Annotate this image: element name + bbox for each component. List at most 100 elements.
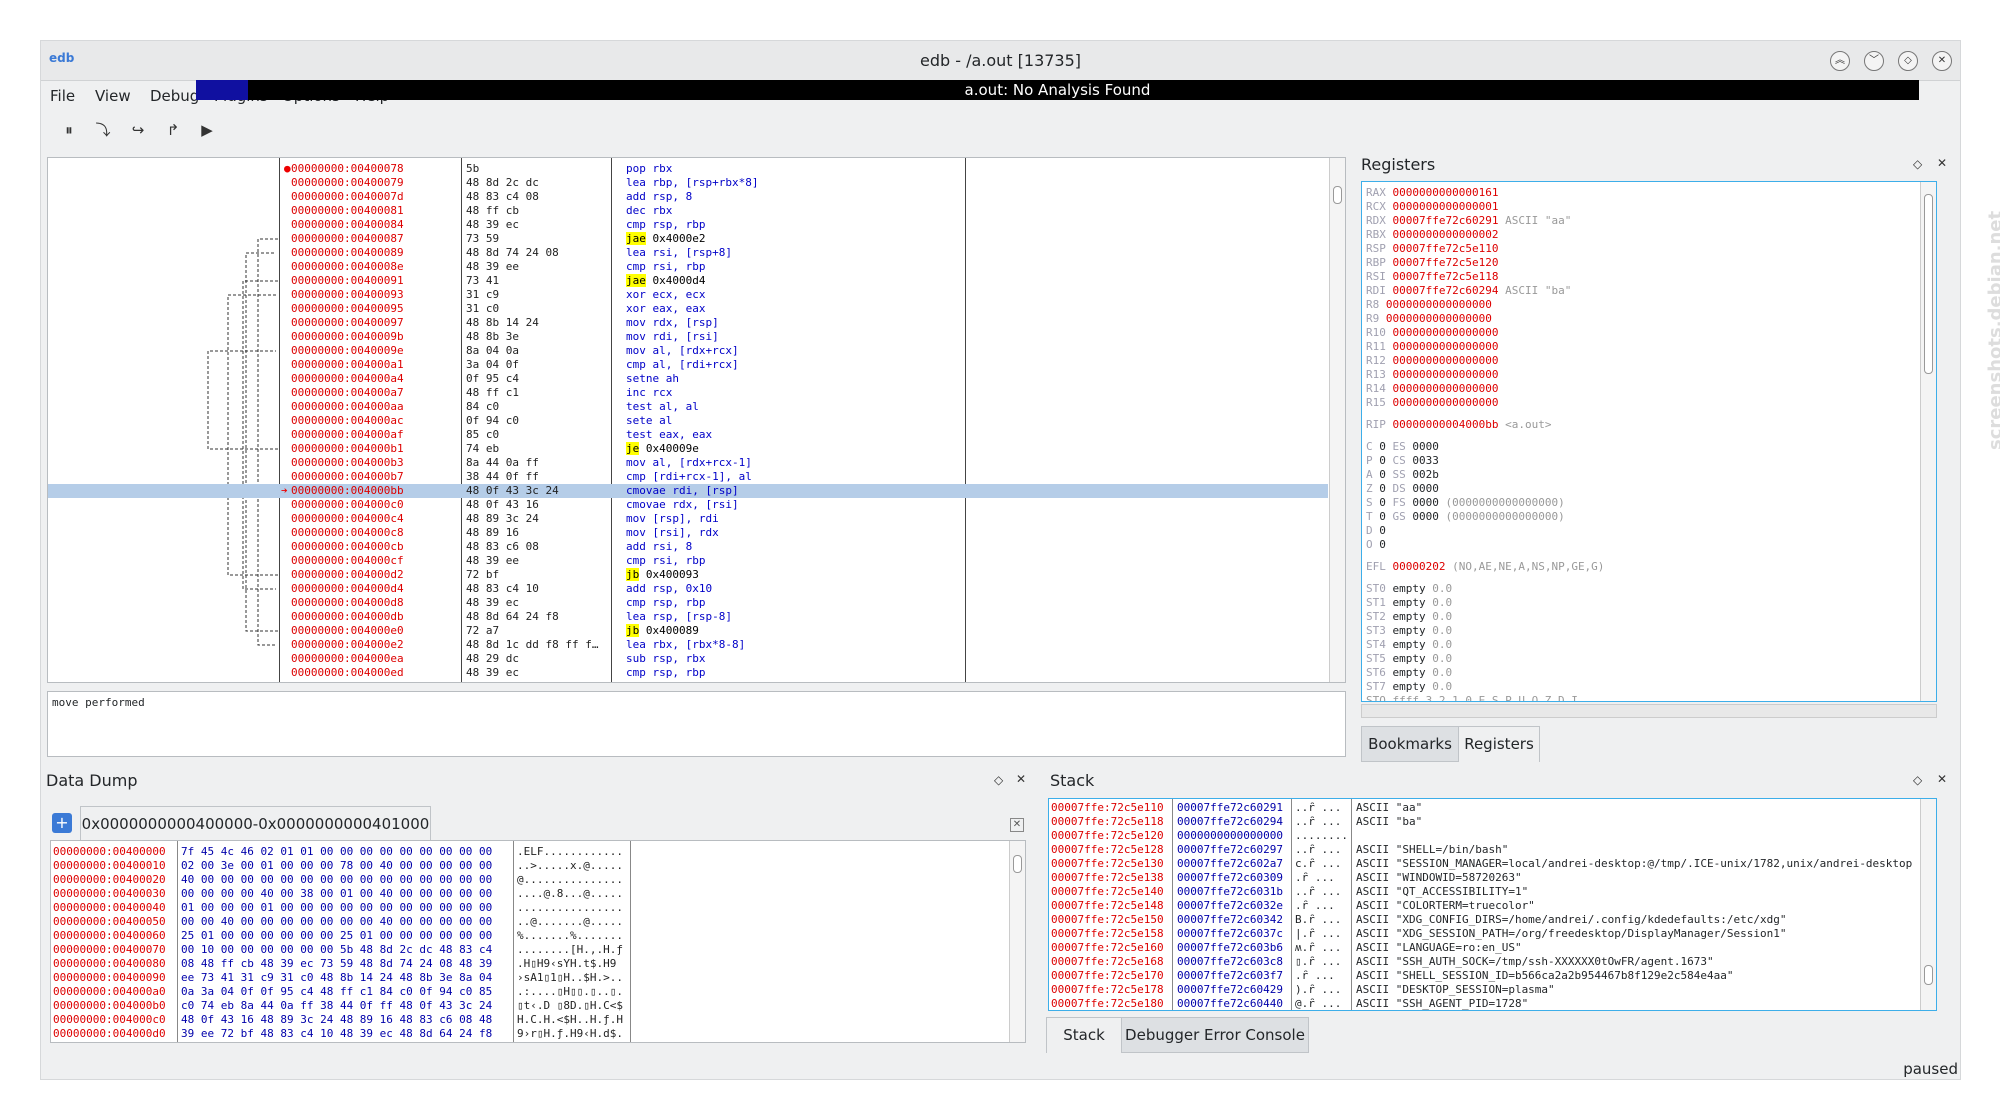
stack-scrollbar[interactable] [1920, 799, 1936, 1010]
register-row[interactable]: RAX 0000000000000161 [1366, 186, 1512, 200]
register-row[interactable]: STO ffff 3 2 1 0 E S P U O Z D I [1366, 694, 1585, 701]
register-row[interactable]: D 0 [1366, 524, 1412, 538]
disassembly-view[interactable]: ● 00000000:00400078 5b pop rbx 00000000:0040… [47, 157, 1346, 683]
disassembly-row[interactable]: 00000000:0040009e 8a 04 0a mov al, [rdx+rc… [48, 344, 1328, 358]
disassembly-row[interactable]: 00000000:004000ed 48 39 ec cmp rsp, rbp [48, 666, 1328, 680]
register-row[interactable]: S 0 FS 0000 (0000000000000000) [1366, 496, 1571, 510]
step-into-icon[interactable]: ⤵ [93, 120, 113, 140]
register-row[interactable]: RSP 00007ffe72c5e110 [1366, 242, 1512, 256]
register-row[interactable]: ST3 empty 0.0 [1366, 624, 1459, 638]
breakpoint-icon[interactable]: ● [284, 162, 291, 176]
dump-close-icon[interactable]: ✕ [1016, 772, 1026, 786]
disassembly-row[interactable]: 00000000:004000c8 48 89 16 mov [rsi], rdx [48, 526, 1328, 540]
disassembly-row[interactable]: 00000000:00400081 48 ff cb dec rbx [48, 204, 1328, 218]
close-tab-icon[interactable]: ✕ [1010, 818, 1024, 832]
register-row[interactable]: A 0 SS 002b [1366, 468, 1452, 482]
output-log[interactable]: move performed [47, 691, 1346, 757]
register-row[interactable]: ST2 empty 0.0 [1366, 610, 1459, 624]
tab-registers[interactable]: Registers [1458, 726, 1540, 762]
dock-close-icon[interactable]: ✕ [1937, 156, 1947, 170]
register-row[interactable]: RDX 00007ffe72c60291 ASCII "aa" [1366, 214, 1578, 228]
register-row[interactable]: ST0 empty 0.0 [1366, 582, 1459, 596]
disassembly-row[interactable]: 00000000:004000b7 38 44 0f ff cmp [rdi+rcx… [48, 470, 1328, 484]
disassembly-row[interactable]: 00000000:00400095 31 c0 xor eax, eax [48, 302, 1328, 316]
minimize-icon[interactable]: ﹀ [1864, 51, 1884, 71]
register-row[interactable]: RSI 00007ffe72c5e118 [1366, 270, 1512, 284]
disassembly-row[interactable]: 00000000:004000b3 8a 44 0a ff mov al, [rdx… [48, 456, 1328, 470]
disassembly-row[interactable]: 00000000:00400091 73 41 jae 0x4000d4 [48, 274, 1328, 288]
disassembly-row[interactable]: 00000000:004000ea 48 29 dc sub rsp, rbx [48, 652, 1328, 666]
register-row[interactable]: ST5 empty 0.0 [1366, 652, 1459, 666]
register-row[interactable]: RBX 0000000000000002 [1366, 228, 1512, 242]
disassembly-row[interactable]: 00000000:004000e0 72 a7 jb 0x400089 [48, 624, 1328, 638]
run-icon[interactable]: ▶ [197, 120, 217, 140]
disassembly-row[interactable]: 00000000:00400097 48 8b 14 24 mov rdx, [rs… [48, 316, 1328, 330]
disassembly-row[interactable]: 00000000:004000aa 84 c0 test al, al [48, 400, 1328, 414]
disassembly-row[interactable]: 00000000:004000e2 48 8d 1c dd f8 ff f… lea… [48, 638, 1328, 652]
disassembly-row[interactable]: 00000000:004000d4 48 83 c4 10 add rsp, 0x1… [48, 582, 1328, 596]
add-tab-icon[interactable]: + [52, 813, 72, 833]
stack-view[interactable]: 00007ffe:72c5e110 00007ffe72c60291 ..ȓ ...… [1048, 798, 1937, 1011]
register-row[interactable]: EFL 00000202 (NO,AE,NE,A,NS,NP,GE,G) [1366, 560, 1611, 574]
register-row[interactable]: RCX 0000000000000001 [1366, 200, 1512, 214]
dump-scrollbar[interactable] [1009, 841, 1025, 1042]
data-dump-view[interactable]: 00000000:00400000 7f 45 4c 46 02 01 01 00… [50, 840, 1026, 1043]
registers-scrollbar[interactable] [1920, 182, 1936, 701]
stack-close-icon[interactable]: ✕ [1937, 772, 1947, 786]
register-row[interactable]: RIP 00000000004000bb <a.out> [1366, 418, 1558, 432]
register-row[interactable]: ST7 empty 0.0 [1366, 680, 1459, 694]
close-icon[interactable]: ✕ [1932, 51, 1952, 71]
register-row[interactable]: ST6 empty 0.0 [1366, 666, 1459, 680]
dump-float-icon[interactable]: ◇ [994, 773, 1003, 787]
keep-above-icon[interactable]: ︽ [1830, 51, 1850, 71]
disassembly-row[interactable]: ➔ 00000000:004000bb 48 0f 43 3c 24 cmovae r… [48, 484, 1328, 498]
dock-float-icon[interactable]: ◇ [1913, 157, 1922, 171]
register-row[interactable]: C 0 ES 0000 [1366, 440, 1452, 454]
register-row[interactable]: R12 0000000000000000 [1366, 354, 1512, 368]
maximize-icon[interactable]: ◇ [1898, 51, 1918, 71]
tab-debugger-error-console[interactable]: Debugger Error Console [1121, 1017, 1309, 1053]
tab-bookmarks[interactable]: Bookmarks [1361, 726, 1459, 762]
menu-debug[interactable]: Debug [150, 87, 199, 105]
disassembly-row[interactable]: 00000000:004000d2 72 bf jb 0x400093 [48, 568, 1328, 582]
registers-hscrollbar[interactable] [1361, 704, 1937, 718]
disassembly-row[interactable]: 00000000:004000ac 0f 94 c0 sete al [48, 414, 1328, 428]
disassembly-row[interactable]: 00000000:004000a1 3a 04 0f cmp al, [rdi+rc… [48, 358, 1328, 372]
register-row[interactable]: RBP 00007ffe72c5e120 [1366, 256, 1512, 270]
registers-scroll-thumb[interactable] [1924, 194, 1933, 374]
register-row[interactable]: ST1 empty 0.0 [1366, 596, 1459, 610]
disassembly-row[interactable]: 00000000:0040007d 48 83 c4 08 add rsp, 8 [48, 190, 1328, 204]
register-row[interactable]: R13 0000000000000000 [1366, 368, 1512, 382]
register-row[interactable]: P 0 CS 0033 [1366, 454, 1452, 468]
disassembly-row[interactable]: 00000000:0040008e 48 39 ee cmp rsi, rbp [48, 260, 1328, 274]
register-row[interactable]: RDI 00007ffe72c60294 ASCII "ba" [1366, 284, 1578, 298]
disassembly-row[interactable]: 00000000:004000a4 0f 95 c4 setne ah [48, 372, 1328, 386]
disassembly-row[interactable]: 00000000:00400089 48 8d 74 24 08 lea rsi, … [48, 246, 1328, 260]
step-over-icon[interactable]: ↪ [128, 120, 148, 140]
register-row[interactable]: Z 0 DS 0000 [1366, 482, 1452, 496]
register-row[interactable]: O 0 [1366, 538, 1412, 552]
disassembly-row[interactable]: 00000000:00400087 73 59 jae 0x4000e2 [48, 232, 1328, 246]
disassembly-row[interactable]: 00000000:004000d8 48 39 ec cmp rsp, rbp [48, 596, 1328, 610]
disassembly-row[interactable]: 00000000:004000af 85 c0 test eax, eax [48, 428, 1328, 442]
disassembly-row[interactable]: 00000000:004000c0 48 0f 43 16 cmovae rdx, … [48, 498, 1328, 512]
disassembly-row[interactable]: 00000000:00400084 48 39 ec cmp rsp, rbp [48, 218, 1328, 232]
disassembly-row[interactable]: 00000000:00400093 31 c9 xor ecx, ecx [48, 288, 1328, 302]
register-row[interactable]: R8 0000000000000000 [1366, 298, 1505, 312]
disassembly-row[interactable]: 00000000:004000b1 74 eb je 0x40009e [48, 442, 1328, 456]
step-out-icon[interactable]: ↱ [163, 120, 183, 140]
menu-view[interactable]: View [95, 87, 131, 105]
disassembly-scroll-thumb[interactable] [1333, 186, 1342, 204]
disassembly-row[interactable]: 00000000:004000c4 48 89 3c 24 mov [rsp], r… [48, 512, 1328, 526]
stack-float-icon[interactable]: ◇ [1913, 773, 1922, 787]
disassembly-row[interactable]: 00000000:0040009b 48 8b 3e mov rdi, [rsi] [48, 330, 1328, 344]
disassembly-row[interactable]: 00000000:00400079 48 8d 2c dc lea rbp, [rs… [48, 176, 1328, 190]
register-row[interactable]: R9 0000000000000000 [1366, 312, 1505, 326]
pause-icon[interactable]: ⏸ [59, 120, 79, 140]
dump-region-tab[interactable]: 0x0000000000400000-0x0000000000401000 [80, 806, 431, 842]
disassembly-row[interactable]: 00000000:004000a7 48 ff c1 inc rcx [48, 386, 1328, 400]
menu-file[interactable]: File [50, 87, 75, 105]
dump-scroll-thumb[interactable] [1013, 855, 1022, 873]
registers-view[interactable]: RAX 0000000000000161 RCX 000000000000000… [1361, 181, 1937, 702]
disassembly-row[interactable]: ● 00000000:00400078 5b pop rbx [48, 162, 1328, 176]
